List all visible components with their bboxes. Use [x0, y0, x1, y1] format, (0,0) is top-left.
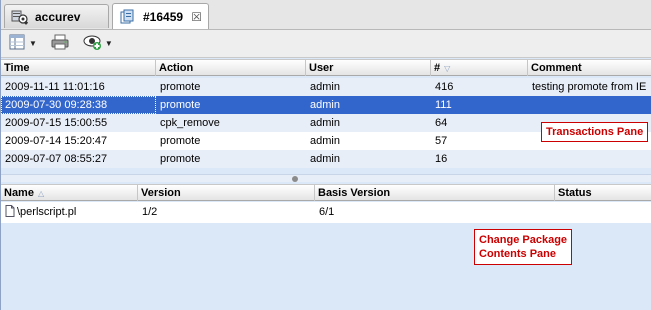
- transactions-header: Time Action User # ▽ Comment: [1, 59, 651, 76]
- splitter-grip-icon[interactable]: [292, 176, 298, 182]
- user-cell: admin: [310, 135, 340, 147]
- callout-text: Change Package: [479, 234, 568, 246]
- file-name-cell: \perlscript.pl: [1, 202, 138, 223]
- table-row[interactable]: 2009-07-07 08:55:27 promote admin 16: [1, 150, 651, 168]
- action-cell: promote: [160, 99, 201, 111]
- sort-ascending-icon: △: [37, 189, 45, 198]
- add-view-icon: [83, 33, 103, 54]
- time-cell: 2009-07-30 09:28:38: [1, 96, 156, 114]
- time-cell: 2009-11-11 11:01:16: [5, 81, 105, 93]
- status-cell: [555, 202, 651, 223]
- close-tab-icon[interactable]: ☒: [191, 10, 202, 24]
- file-name: \perlscript.pl: [17, 206, 77, 218]
- columns-icon: [9, 33, 27, 54]
- column-header-number[interactable]: # ▽: [431, 60, 528, 76]
- number-cell: 416: [435, 81, 454, 93]
- user-cell: admin: [310, 99, 340, 111]
- time-cell: 2009-07-14 15:20:47: [5, 135, 108, 147]
- column-label: Action: [159, 62, 194, 74]
- column-header-time[interactable]: Time: [1, 60, 156, 76]
- time-cell: 2009-07-07 08:55:27: [5, 153, 108, 165]
- table-row[interactable]: 2009-11-11 11:01:16 promote admin 416 testin…: [1, 78, 651, 96]
- accurev-window: accurev #16459 ☒ ▼ ▼ Time Action User # …: [0, 0, 651, 310]
- sort-descending-icon: ▽: [444, 64, 451, 73]
- action-cell: promote: [160, 153, 201, 165]
- action-cell: promote: [160, 81, 201, 93]
- columns-button[interactable]: ▼: [9, 33, 37, 55]
- tab-change-package-label: #16459: [143, 9, 184, 24]
- number-cell: 16: [435, 153, 448, 165]
- user-cell: admin: [310, 81, 340, 93]
- number-cell: 111: [435, 99, 452, 111]
- table-row[interactable]: 2009-07-30 09:28:38 promote admin 111: [1, 96, 651, 114]
- column-label: Time: [4, 62, 30, 74]
- column-header-version[interactable]: Version: [138, 185, 315, 201]
- table-row[interactable]: \perlscript.pl 1/2 6/1: [1, 202, 651, 223]
- column-label: Basis Version: [318, 187, 391, 199]
- column-label: Name: [4, 187, 34, 199]
- column-label: User: [309, 62, 334, 74]
- callout-text: Contents Pane: [479, 248, 557, 260]
- change-package-icon: [119, 9, 137, 25]
- column-header-name[interactable]: Name △: [1, 185, 138, 201]
- printer-icon: [51, 33, 69, 54]
- basis-version-cell: 6/1: [319, 206, 335, 218]
- add-view-button[interactable]: ▼: [83, 33, 113, 55]
- tab-strip: accurev #16459 ☒: [1, 0, 651, 30]
- column-header-user[interactable]: User: [306, 60, 431, 76]
- action-cell: cpk_remove: [160, 117, 220, 129]
- transactions-pane-callout: Transactions Pane: [541, 122, 649, 142]
- number-cell: 57: [435, 135, 448, 147]
- time-cell: 2009-07-15 15:00:55: [5, 117, 108, 129]
- chevron-down-icon[interactable]: ▼: [105, 39, 113, 48]
- comment-cell: testing promote from IE: [532, 81, 647, 93]
- tab-accurev[interactable]: accurev: [4, 4, 109, 28]
- contents-header: Name △ Version Basis Version Status: [1, 184, 651, 201]
- column-label: #: [434, 62, 441, 74]
- column-header-comment[interactable]: Comment: [528, 60, 651, 76]
- column-header-status[interactable]: Status: [555, 185, 651, 201]
- version-cell: 1/2: [142, 206, 158, 218]
- toolbar: ▼ ▼: [1, 30, 651, 58]
- comment-cell: [528, 150, 651, 168]
- comment-cell: [528, 96, 651, 114]
- chevron-down-icon[interactable]: ▼: [29, 39, 37, 48]
- user-cell: admin: [310, 117, 340, 129]
- tab-change-package[interactable]: #16459 ☒: [112, 3, 209, 29]
- action-cell: promote: [160, 135, 201, 147]
- callout-text: Transactions Pane: [546, 126, 644, 138]
- column-label: Status: [558, 187, 592, 199]
- user-cell: admin: [310, 153, 340, 165]
- print-button[interactable]: [51, 33, 69, 55]
- depot-icon: [11, 9, 29, 25]
- contents-pane-callout: Change Package Contents Pane: [474, 229, 573, 265]
- column-label: Comment: [531, 62, 582, 74]
- pane-splitter[interactable]: [1, 174, 651, 182]
- tab-accurev-label: accurev: [35, 9, 81, 24]
- column-header-basis-version[interactable]: Basis Version: [315, 185, 555, 201]
- column-header-action[interactable]: Action: [156, 60, 306, 76]
- file-icon: [5, 204, 15, 217]
- column-label: Version: [141, 187, 181, 199]
- number-cell: 64: [435, 117, 448, 129]
